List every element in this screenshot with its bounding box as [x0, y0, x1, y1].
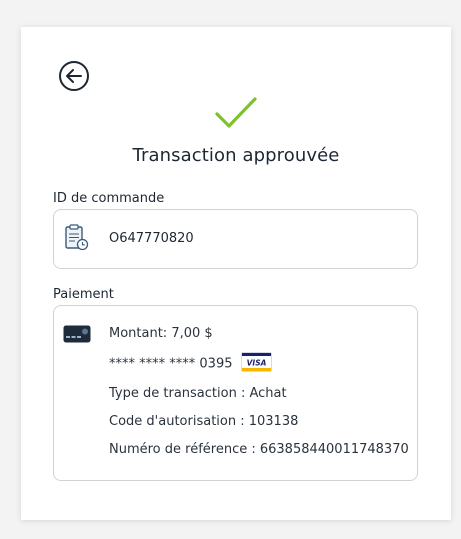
order-id-value: O647770820: [109, 231, 194, 246]
payment-amount: Montant: 7,00 $: [109, 326, 213, 341]
authorization-code: Code d'autorisation : 103138: [109, 414, 299, 429]
visa-logo-icon: VISA: [240, 352, 272, 372]
credit-card-icon: [63, 325, 91, 343]
card-brand-text: VISA: [246, 359, 266, 368]
order-id-label: ID de commande: [53, 191, 165, 206]
payment-label: Paiement: [53, 287, 114, 302]
masked-card-number: **** **** **** 0395: [109, 356, 233, 372]
reference-number: Numéro de référence : 663858440011748370: [109, 442, 409, 457]
document-clock-icon: [65, 224, 89, 251]
card-number-row: **** **** **** 0395 VISA: [109, 352, 272, 374]
payment-box: Montant: 7,00 $ **** **** **** 0395 VISA…: [53, 305, 418, 481]
back-button[interactable]: [58, 60, 90, 92]
transaction-card: Transaction approuvée ID de commande O64…: [21, 27, 451, 520]
checkmark-icon: [215, 97, 257, 128]
transaction-type: Type de transaction : Achat: [109, 386, 287, 401]
arrow-left-circle-icon: [59, 61, 89, 91]
order-id-box: O647770820: [53, 209, 418, 269]
page-title: Transaction approuvée: [132, 145, 340, 166]
